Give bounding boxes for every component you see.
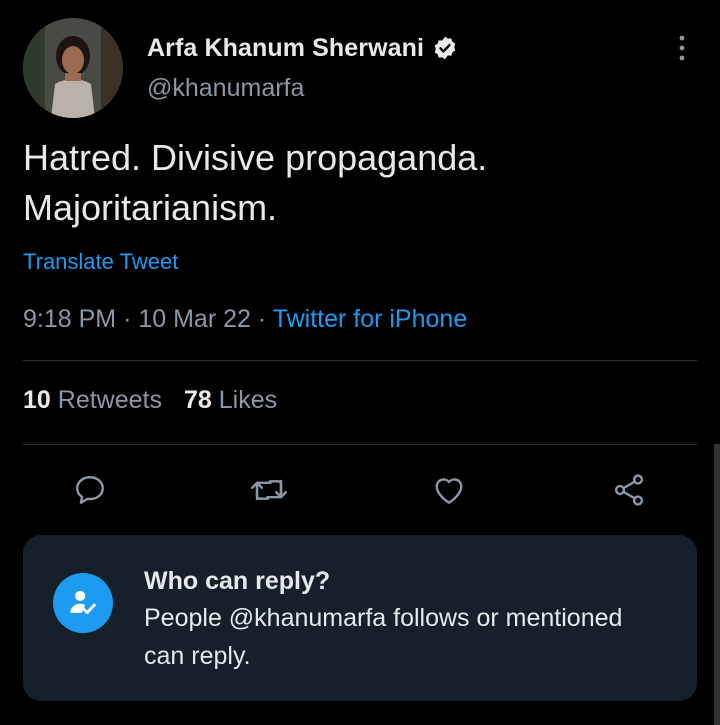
retweets-label: Retweets — [57, 386, 162, 414]
like-icon[interactable] — [429, 470, 469, 510]
author-display-name[interactable]: Arfa Khanum Sherwani — [147, 34, 424, 63]
meta-separator: · — [123, 305, 132, 333]
mentioned-user-check-icon — [53, 573, 113, 633]
retweets-count: 10 — [23, 386, 51, 414]
more-options-icon[interactable] — [670, 32, 694, 64]
retweet-icon[interactable] — [249, 470, 289, 510]
likes-count: 78 — [183, 386, 212, 414]
reply-icon[interactable] — [70, 470, 110, 510]
scrollbar[interactable] — [714, 444, 720, 725]
verified-badge-icon — [432, 35, 458, 61]
tweet-time[interactable]: 9:18 PM — [23, 305, 116, 333]
tweet-stats: 10 Retweets 78 Likes — [23, 386, 277, 415]
author-name-row[interactable]: Arfa Khanum Sherwani — [147, 32, 458, 64]
who-can-reply-title: Who can reply? — [144, 567, 331, 595]
who-can-reply-description: People @khanumarfa follows or mentioned … — [144, 604, 623, 670]
tweet-date[interactable]: 10 Mar 22 — [138, 305, 251, 333]
likes-label: Likes — [218, 386, 278, 414]
share-icon[interactable] — [609, 470, 649, 510]
retweets-stat[interactable]: 10 Retweets — [23, 386, 162, 414]
tweet-source-link[interactable]: Twitter for iPhone — [273, 305, 468, 333]
tweet-text: Hatred. Divisive propaganda. Majoritaria… — [23, 137, 488, 228]
divider — [23, 360, 697, 361]
meta-separator: · — [257, 305, 267, 333]
author-handle[interactable]: @khanumarfa — [147, 74, 304, 103]
avatar[interactable] — [23, 18, 123, 118]
who-can-reply-card: Who can reply? People @khanumarfa follow… — [23, 535, 697, 701]
translate-tweet-link[interactable]: Translate Tweet — [23, 249, 178, 275]
tweet-metadata: 9:18 PM · 10 Mar 22 · Twitter for iPhone — [23, 305, 467, 334]
divider — [23, 444, 697, 445]
avatar-photo — [23, 18, 123, 118]
likes-stat[interactable]: 78 Likes — [184, 386, 277, 414]
